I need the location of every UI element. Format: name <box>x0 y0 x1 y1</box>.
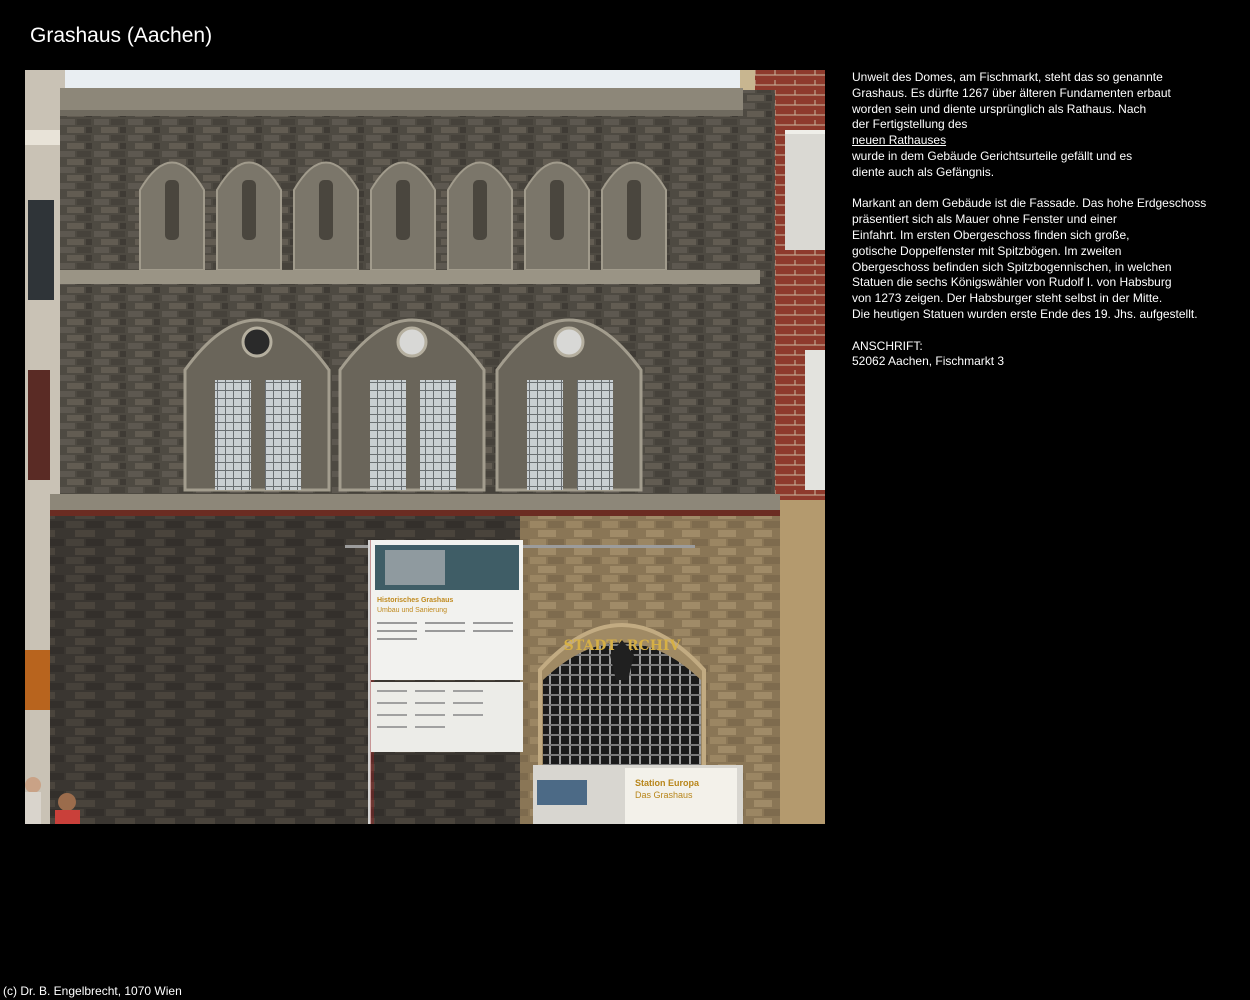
copyright-footer: (c) Dr. B. Engelbrecht, 1070 Wien <box>3 984 182 998</box>
sign-station-subtitle: Das Grashaus <box>635 790 693 800</box>
facade-line: von 1273 zeigen. Der Habsburger steht se… <box>852 291 1163 306</box>
description-paragraph-facade: Markant an dem Gebäude ist die Fassade. … <box>852 196 1232 322</box>
facade-line: Einfahrt. Im ersten Obergeschoss finden … <box>852 227 1130 242</box>
description-paragraph-history: Unweit des Domes, am Fischmarkt, steht d… <box>852 70 1232 181</box>
page: Grashaus (Aachen) Historisches Grashaus … <box>0 0 1250 1000</box>
address-label: ANSCHRIFT: <box>852 338 923 353</box>
address-block: ANSCHRIFT: 52062 Aachen, Fischmarkt 3 <box>852 339 1232 371</box>
grashaus-facade-image: STADTARCHIV Historisches Grashaus Umbau … <box>25 70 825 824</box>
facade-line: Obergeschoss befinden sich Spitzbogennis… <box>852 259 1172 274</box>
history-line: wurde in dem Gebäude Gerichtsurteile gef… <box>852 148 1133 163</box>
facade-line: Markant an dem Gebäude ist die Fassade. … <box>852 196 1207 211</box>
facade-line: präsentiert sich als Mauer ohne Fenster … <box>852 212 1117 227</box>
history-line: diente auch als Gefängnis. <box>852 164 995 179</box>
address-value: 52062 Aachen, Fischmarkt 3 <box>852 354 1005 369</box>
building-photo: STADTARCHIV Historisches Grashaus Umbau … <box>25 70 825 824</box>
history-line: der Fertigstellung des <box>852 117 968 132</box>
sign-station-title: Station Europa <box>635 778 700 788</box>
neues-rathaus-link[interactable]: neuen Rathauses <box>852 133 946 147</box>
history-line: worden sein und diente ursprünglich als … <box>852 101 1147 116</box>
sign-main-title: Historisches Grashaus <box>377 597 453 604</box>
history-line: Grashaus. Es dürfte 1267 über älteren Fu… <box>852 85 1171 100</box>
sign-main-subtitle: Umbau und Sanierung <box>377 607 447 614</box>
description-text: Unweit des Domes, am Fischmarkt, steht d… <box>852 70 1232 386</box>
history-line: Unweit des Domes, am Fischmarkt, steht d… <box>852 70 1163 84</box>
facade-line: Die heutigen Statuen wurden erste Ende d… <box>852 306 1198 321</box>
facade-line: Statuen die sechs Königswähler von Rudol… <box>852 275 1172 290</box>
facade-line: gotische Doppelfenster mit Spitzbögen. I… <box>852 243 1122 258</box>
page-title: Grashaus (Aachen) <box>30 24 213 47</box>
